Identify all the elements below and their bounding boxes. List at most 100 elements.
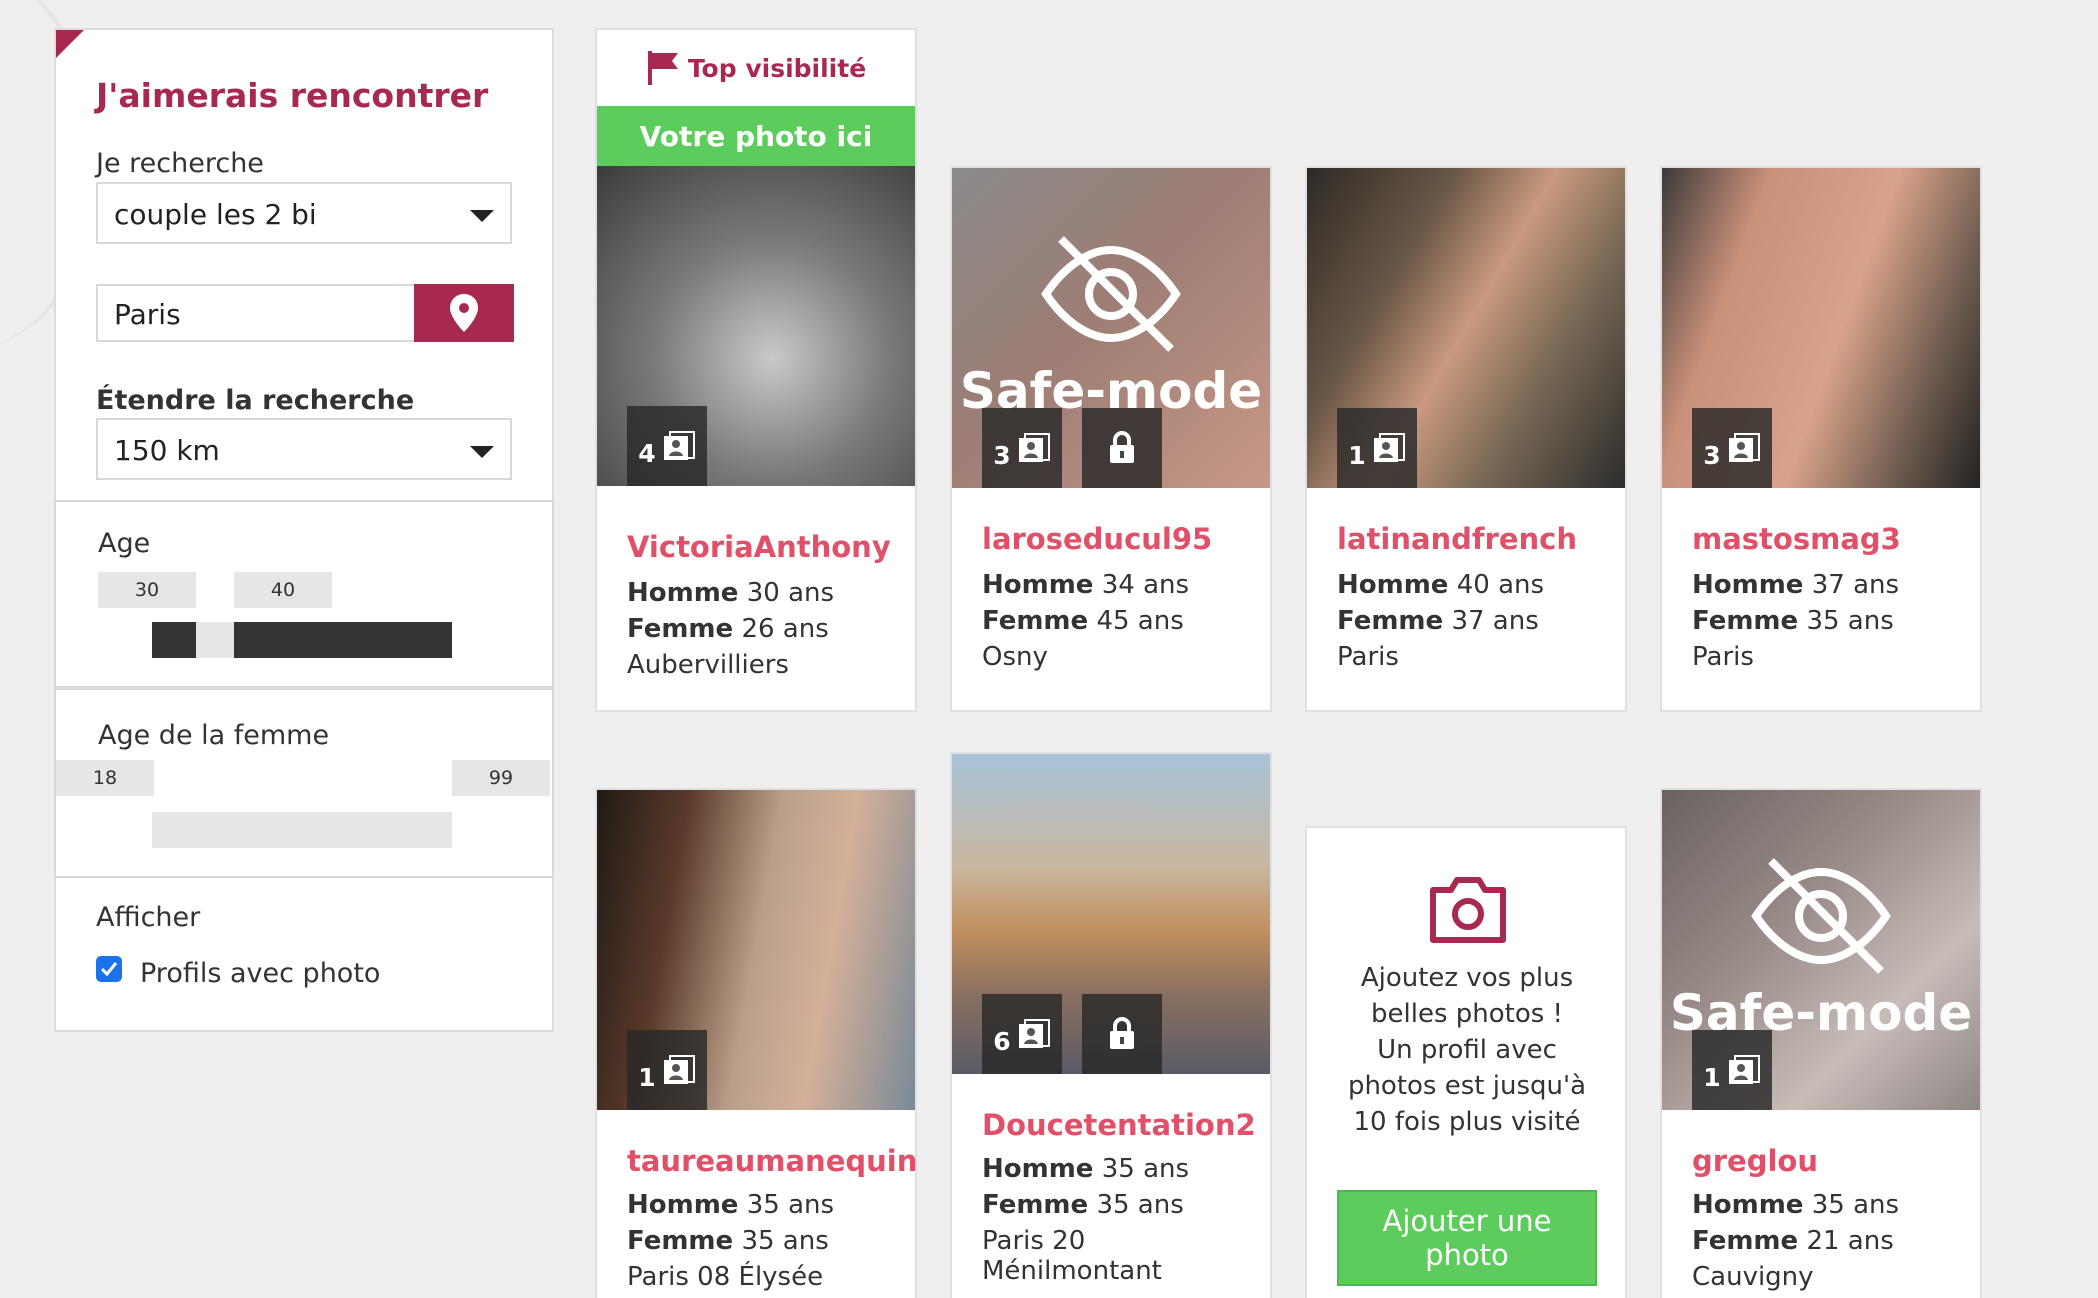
profile-username[interactable]: greglou bbox=[1692, 1144, 1818, 1178]
profile-card[interactable]: 3 mastosmag3 Homme 37 ans Femme 35 ans P… bbox=[1660, 166, 1982, 712]
photo-count: 3 bbox=[993, 440, 1011, 470]
profile-photo[interactable]: Safe-mode 1 bbox=[1662, 790, 1980, 1110]
profile-username[interactable]: mastosmag3 bbox=[1692, 522, 1901, 556]
profile-man-age: Homme 30 ans bbox=[627, 578, 835, 608]
private-album-badge[interactable] bbox=[1082, 408, 1162, 488]
photo-count-badge[interactable]: 4 bbox=[627, 406, 707, 486]
photos-icon bbox=[663, 1055, 695, 1084]
profile-city: Paris bbox=[1692, 642, 1754, 672]
profile-photo[interactable]: Safe-mode 3 bbox=[952, 168, 1270, 488]
add-photo-card: Ajoutez vos plus belles photos ! Un prof… bbox=[1305, 826, 1627, 1298]
blurred-photo[interactable]: 4 bbox=[597, 166, 915, 486]
photo-count-badge[interactable]: 3 bbox=[1692, 408, 1772, 488]
photo-count: 3 bbox=[1703, 440, 1721, 470]
age-filter: Age 30 40 bbox=[54, 500, 554, 688]
distance-value: 150 km bbox=[114, 434, 220, 467]
photo-count-badge[interactable]: 1 bbox=[1337, 408, 1417, 488]
top-visibility-card[interactable]: Top visibilité Votre photo ici 4 Victori… bbox=[595, 28, 917, 712]
profile-card[interactable]: Safe-mode 3 laroseducul95 Homme 34 ans F… bbox=[950, 166, 1272, 712]
profile-woman-age: Femme 35 ans bbox=[982, 1190, 1184, 1220]
private-album-badge[interactable] bbox=[1082, 994, 1162, 1074]
city-input[interactable]: Paris bbox=[96, 284, 414, 342]
photo-count: 4 bbox=[638, 438, 656, 468]
photo-count: 1 bbox=[638, 1062, 656, 1092]
add-photo-message: Ajoutez vos plus belles photos ! Un prof… bbox=[1347, 963, 1587, 1137]
profile-city: Osny bbox=[982, 642, 1048, 672]
photos-icon bbox=[1018, 433, 1050, 462]
photos-icon bbox=[1728, 433, 1760, 462]
profile-username[interactable]: Doucetentation2 bbox=[982, 1108, 1256, 1142]
woman-age-filter: Age de la femme 18 99 bbox=[54, 688, 554, 878]
filter-title: J'aimerais rencontrer bbox=[96, 76, 489, 115]
profile-username[interactable]: VictoriaAnthony bbox=[627, 530, 891, 564]
photo-count: 1 bbox=[1703, 1062, 1721, 1092]
display-label: Afficher bbox=[96, 902, 201, 933]
chevron-down-icon bbox=[470, 210, 494, 222]
profile-city: Aubervilliers bbox=[627, 650, 789, 680]
profile-woman-age: Femme 26 ans bbox=[627, 614, 829, 644]
profile-card[interactable]: 1 latinandfrench Homme 40 ans Femme 37 a… bbox=[1305, 166, 1627, 712]
chevron-down-icon bbox=[470, 446, 494, 458]
geolocate-button[interactable] bbox=[414, 284, 514, 342]
profile-photo[interactable]: 6 bbox=[952, 754, 1270, 1074]
map-pin-icon bbox=[450, 294, 478, 332]
photo-count-badge[interactable]: 1 bbox=[627, 1030, 707, 1110]
lock-icon bbox=[1110, 1017, 1134, 1049]
search-filter-panel: J'aimerais rencontrer Je recherche coupl… bbox=[54, 28, 554, 1032]
your-photo-here-banner[interactable]: Votre photo ici bbox=[597, 106, 915, 166]
age-title: Age bbox=[98, 528, 151, 559]
search-label: Je recherche bbox=[96, 148, 264, 179]
photos-icon bbox=[1373, 433, 1405, 462]
photo-profiles-label: Profils avec photo bbox=[140, 958, 381, 989]
profile-woman-age: Femme 45 ans bbox=[982, 606, 1184, 636]
profile-username[interactable]: laroseducul95 bbox=[982, 522, 1212, 556]
photo-count-badge[interactable]: 3 bbox=[982, 408, 1062, 488]
search-type-value: couple les 2 bi bbox=[114, 198, 317, 231]
profile-username[interactable]: latinandfrench bbox=[1337, 522, 1577, 556]
profile-card[interactable]: Safe-mode 1 greglou Homme 35 ans Femme 2… bbox=[1660, 788, 1982, 1298]
age-slider-range-right bbox=[234, 622, 452, 658]
profile-photo[interactable]: 1 bbox=[597, 790, 915, 1110]
photo-count-badge[interactable]: 1 bbox=[1692, 1030, 1772, 1110]
profile-woman-age: Femme 21 ans bbox=[1692, 1226, 1894, 1256]
photo-count: 1 bbox=[1348, 440, 1366, 470]
profile-man-age: Homme 35 ans bbox=[1692, 1190, 1900, 1220]
flag-icon bbox=[647, 51, 678, 85]
camera-icon bbox=[1430, 877, 1506, 943]
eye-slash-icon bbox=[1041, 236, 1181, 352]
profile-city: Cauvigny bbox=[1692, 1262, 1814, 1292]
profile-woman-age: Femme 35 ans bbox=[1692, 606, 1894, 636]
profile-card[interactable]: 1 taureaumanequin Homme 35 ans Femme 35 … bbox=[595, 788, 917, 1298]
photo-profiles-checkbox[interactable] bbox=[96, 956, 122, 982]
age-slider-range-left bbox=[152, 622, 196, 658]
search-type-select[interactable]: couple les 2 bi bbox=[96, 182, 512, 244]
woman-age-max-handle[interactable]: 99 bbox=[452, 760, 550, 796]
profile-username[interactable]: taureaumanequin bbox=[627, 1144, 917, 1178]
woman-age-title: Age de la femme bbox=[98, 720, 330, 751]
profile-city: Paris 20 Ménilmontant bbox=[982, 1226, 1162, 1286]
profile-woman-age: Femme 35 ans bbox=[627, 1226, 829, 1256]
checkmark-icon bbox=[100, 962, 118, 977]
profile-city: Paris 08 Élysée bbox=[627, 1262, 824, 1292]
profile-man-age: Homme 40 ans bbox=[1337, 570, 1545, 600]
corner-decoration bbox=[56, 30, 84, 58]
age-max-handle[interactable]: 40 bbox=[234, 572, 332, 608]
photos-icon bbox=[1728, 1055, 1760, 1084]
eye-slash-icon bbox=[1751, 858, 1891, 974]
profile-photo[interactable]: 1 bbox=[1307, 168, 1625, 488]
top-visibility-heading: Top visibilité bbox=[687, 53, 867, 83]
profile-man-age: Homme 35 ans bbox=[627, 1190, 835, 1220]
age-min-handle[interactable]: 30 bbox=[98, 572, 196, 608]
woman-age-slider-track[interactable] bbox=[152, 812, 452, 848]
woman-age-min-handle[interactable]: 18 bbox=[56, 760, 154, 796]
add-photo-button[interactable]: Ajouter une photo bbox=[1337, 1190, 1597, 1286]
profile-woman-age: Femme 37 ans bbox=[1337, 606, 1539, 636]
profile-man-age: Homme 34 ans bbox=[982, 570, 1190, 600]
profile-photo[interactable]: 3 bbox=[1662, 168, 1980, 488]
photo-count: 6 bbox=[993, 1026, 1011, 1056]
distance-select[interactable]: 150 km bbox=[96, 418, 512, 480]
extend-search-label: Étendre la recherche bbox=[96, 385, 415, 416]
photos-icon bbox=[1018, 1019, 1050, 1048]
profile-card[interactable]: 6 Doucetentation2 Homme 35 ans Femme 35 … bbox=[950, 752, 1272, 1298]
photo-count-badge[interactable]: 6 bbox=[982, 994, 1062, 1074]
